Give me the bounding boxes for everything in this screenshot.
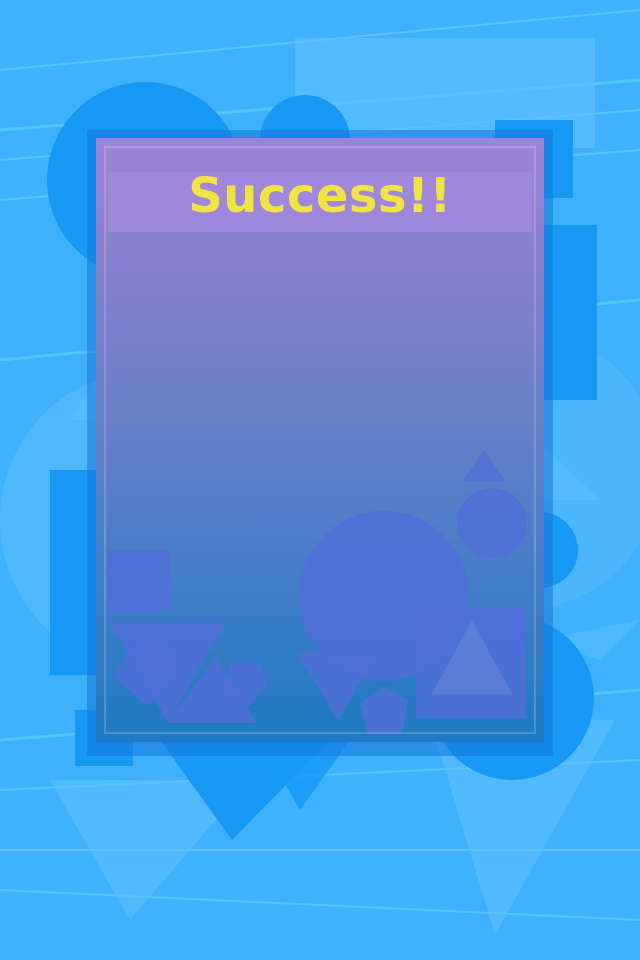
result-panel: Success!! xyxy=(96,138,544,742)
panel-inner-border xyxy=(104,146,536,734)
success-title: Success!! xyxy=(188,168,452,224)
